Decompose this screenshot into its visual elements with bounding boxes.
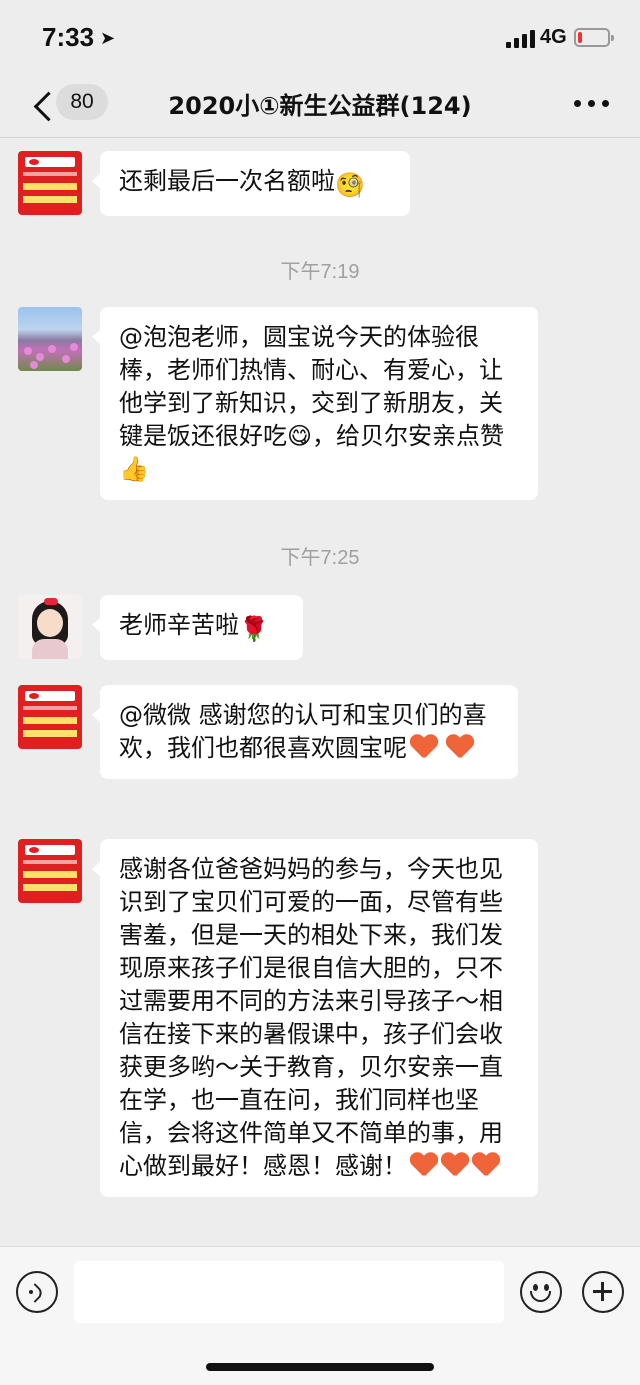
battery-icon xyxy=(574,28,614,47)
message-text: 老师辛苦啦 xyxy=(119,611,239,639)
input-bar xyxy=(0,1246,640,1385)
status-bar: 7:33 ➤ 4G xyxy=(0,0,640,78)
network-type: 4G xyxy=(540,26,567,48)
message-text: 还剩最后一次名额啦 xyxy=(119,167,335,195)
chat-area[interactable]: 还剩最后一次名额啦🧐 下午7:19 @泡泡老师，圆宝说今天的体验很棒，老师们热情… xyxy=(0,139,640,1246)
avatar[interactable] xyxy=(18,307,82,371)
unread-count-badge[interactable]: 80 xyxy=(56,84,108,120)
rose-icon: 🌹 xyxy=(239,615,269,643)
signal-icon xyxy=(506,28,536,48)
avatar[interactable] xyxy=(18,685,82,749)
message-bubble[interactable]: 还剩最后一次名额啦🧐 xyxy=(92,151,410,216)
location-arrow-icon: ➤ xyxy=(100,28,116,49)
avatar[interactable] xyxy=(18,151,82,215)
message-input[interactable] xyxy=(74,1261,504,1323)
plus-circle-icon[interactable] xyxy=(582,1271,624,1313)
emoji-face-icon[interactable] xyxy=(520,1271,562,1313)
voice-icon[interactable] xyxy=(16,1271,58,1313)
message-bubble[interactable]: 感谢各位爸爸妈妈的参与，今天也见识到了宝贝们可爱的一面，尽管有些害羞，但是一天的… xyxy=(92,839,538,1197)
avatar[interactable] xyxy=(18,839,82,903)
timestamp: 下午7:19 xyxy=(280,261,360,283)
more-dots-icon[interactable] xyxy=(574,100,610,108)
chat-title: 2020小①新生公益群(124) xyxy=(168,92,472,120)
heart-icon xyxy=(410,1153,438,1177)
message-text: 感谢各位爸爸妈妈的参与，今天也见识到了宝贝们可爱的一面，尽管有些害羞，但是一天的… xyxy=(119,855,503,1180)
heart-icon xyxy=(472,1153,500,1177)
home-indicator xyxy=(206,1363,434,1371)
heart-icon xyxy=(410,735,438,759)
status-time: 7:33 xyxy=(42,22,95,52)
avatar[interactable] xyxy=(18,595,82,659)
message-bubble[interactable]: @微微 感谢您的认可和宝贝们的喜欢，我们也都很喜欢圆宝呢 xyxy=(92,685,518,779)
message-bubble[interactable]: @泡泡老师，圆宝说今天的体验很棒，老师们热情、耐心、有爱心，让他学到了新知识，交… xyxy=(92,307,538,500)
heart-icon xyxy=(441,1153,469,1177)
heart-icon xyxy=(446,735,474,759)
timestamp: 下午7:25 xyxy=(280,547,360,569)
emoji: 🧐 xyxy=(335,171,365,199)
message-text: @泡泡老师，圆宝说今天的体验很棒，老师们热情、耐心、有爱心，让他学到了新知识，交… xyxy=(119,323,505,483)
message-bubble[interactable]: 老师辛苦啦🌹 xyxy=(92,595,303,660)
nav-bar: 80 2020小①新生公益群(124) xyxy=(0,78,640,138)
